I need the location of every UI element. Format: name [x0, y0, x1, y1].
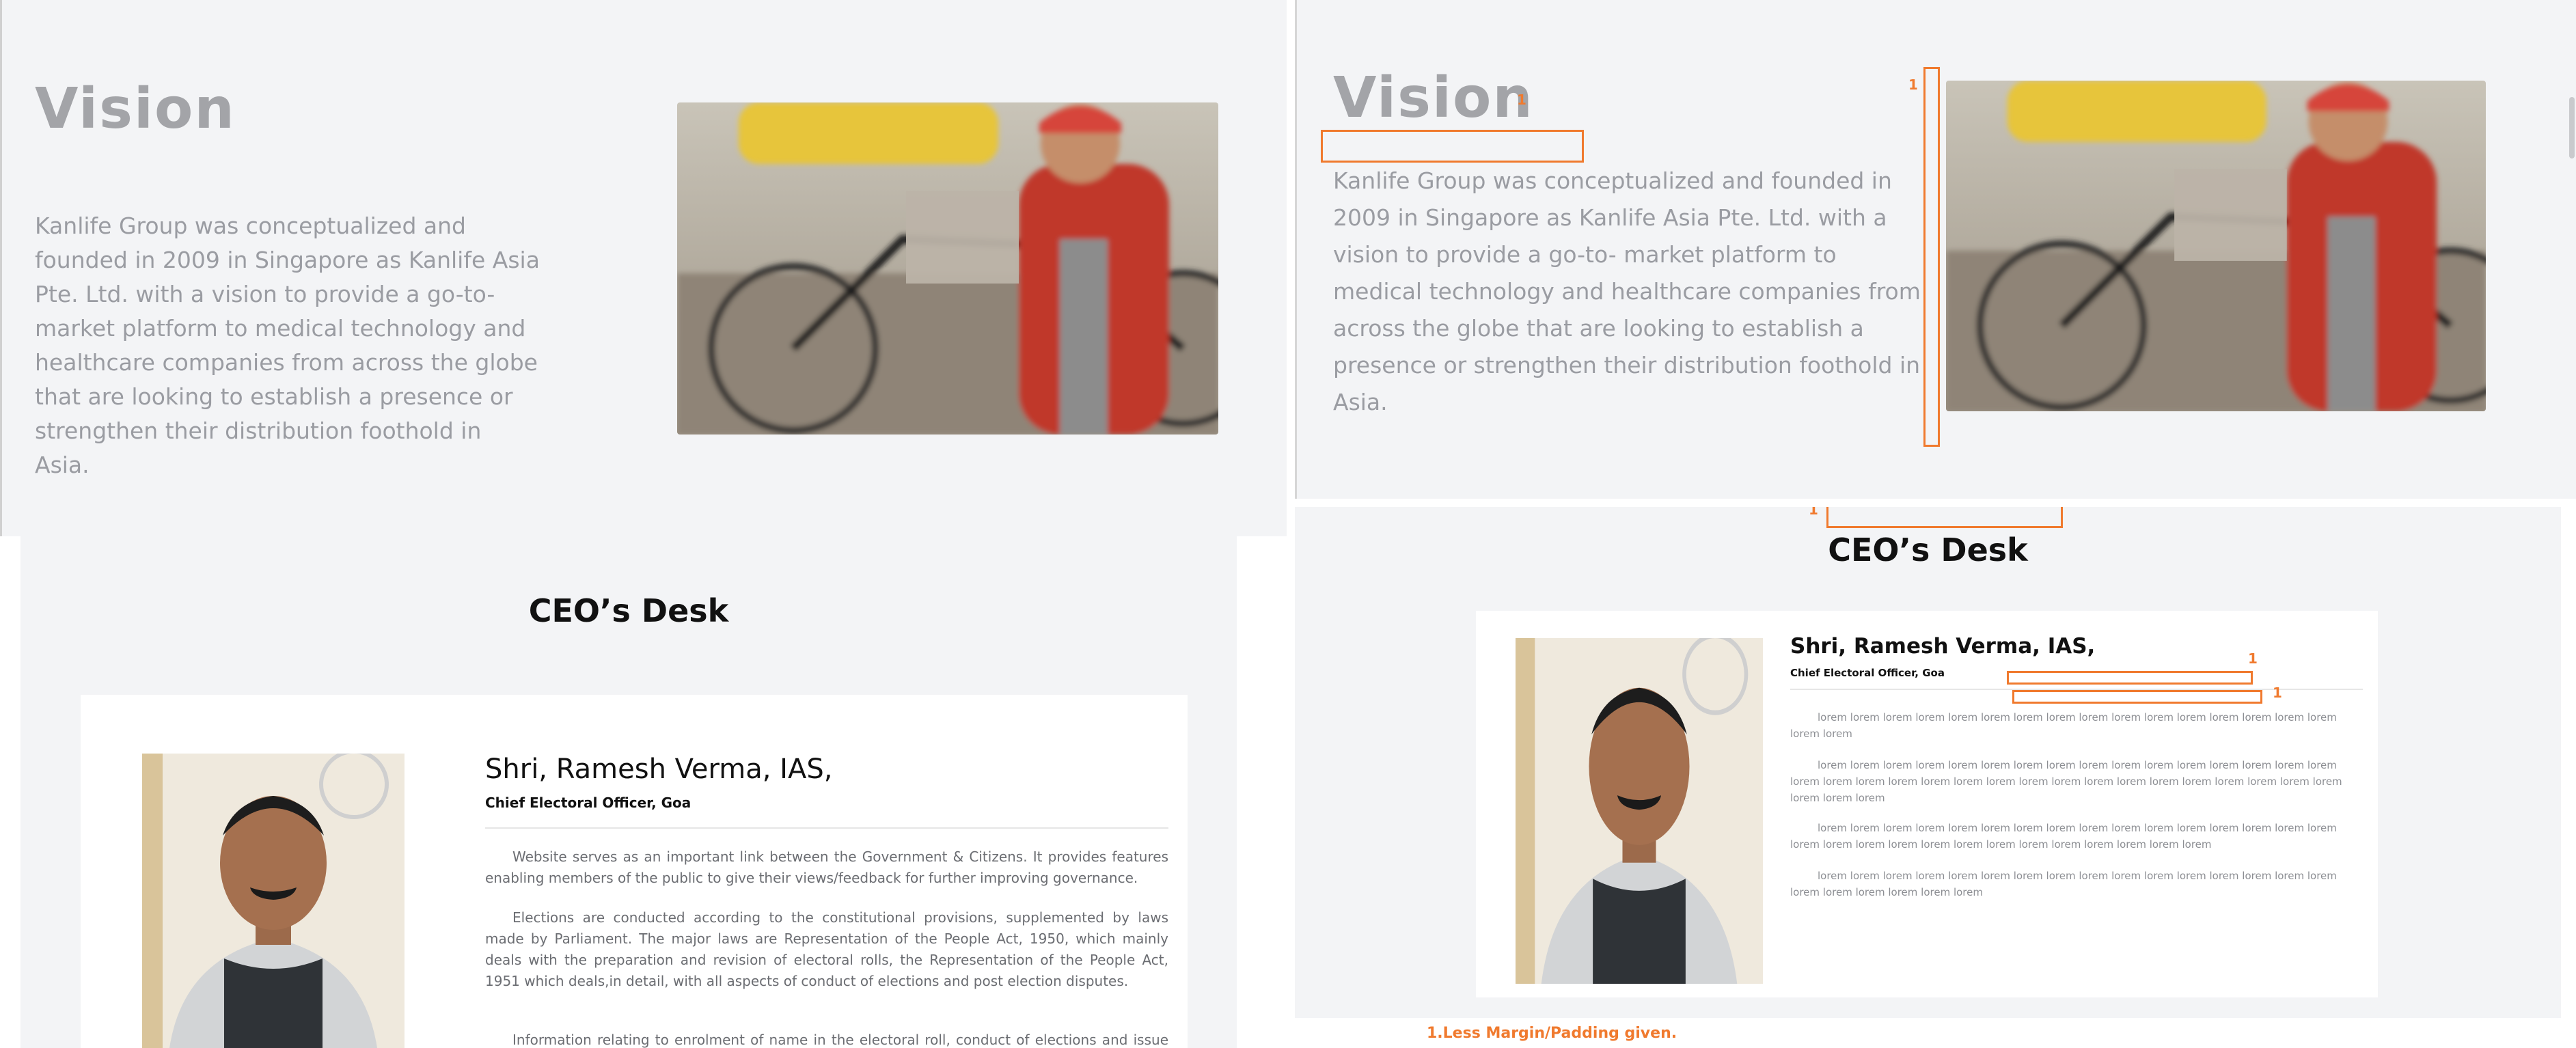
ceo-portrait-illustration [142, 754, 405, 1048]
ceo-paragraph-3: Information relating to enrolment of nam… [512, 1032, 1168, 1048]
ceo-lorem-1: lorem lorem lorem lorem lorem lorem lore… [1790, 711, 2337, 740]
ceo-lorem-4: lorem lorem lorem lorem lorem lorem lore… [1790, 870, 2337, 898]
ceo-desk-heading-review: CEO’s Desk [1828, 532, 2028, 568]
annotation-marker-title-gap [1321, 130, 1584, 163]
vision-photo [677, 102, 1218, 435]
vision-section-review: Vision Kanlife Group was conceptualized … [1295, 0, 2576, 499]
vision-photo-review [1946, 81, 2486, 411]
annotation-marker-image-gap [1923, 67, 1940, 447]
ceo-portrait [142, 754, 405, 1048]
annotation-marker-role-gap [2007, 671, 2253, 685]
ceo-portrait-illustration-review [1516, 638, 1763, 984]
annotation-number-4: 1 [2248, 650, 2258, 667]
ceo-lorem-2: lorem lorem lorem lorem lorem lorem lore… [1790, 759, 2342, 804]
ceo-divider [485, 827, 1168, 829]
ceo-section-review: CEO’s Desk 1 Shri, Ramesh Verma, IAS, Ch… [1295, 507, 2561, 1018]
annotation-number-5: 1 [2273, 685, 2282, 701]
ceo-paragraph-1: Website serves as an important link betw… [485, 849, 1168, 886]
annotation-marker-divider-gap [2012, 690, 2262, 704]
annotation-number-1: 1 [1517, 92, 1526, 108]
ceo-lorem-3: lorem lorem lorem lorem lorem lorem lore… [1790, 822, 2337, 851]
ceo-section-original: CEO’s Desk Shri, Ramesh Verma, IAS, Chie… [20, 536, 1237, 1048]
vision-title: Vision [35, 77, 236, 141]
annotation-note: 1.Less Margin/Padding given. [1427, 1025, 1677, 1042]
ceo-role: Chief Electoral Officer, Goa [485, 795, 691, 811]
annotation-marker-heading-gap [1826, 507, 2063, 528]
cyclist-photo-illustration [677, 102, 1218, 435]
annotation-number-2: 1 [1908, 77, 1918, 93]
ceo-name: Shri, Ramesh Verma, IAS, [485, 754, 833, 785]
ceo-role-review: Chief Electoral Officer, Goa [1790, 667, 1945, 679]
annotation-number-3: 1 [1809, 507, 1818, 518]
vision-title-review: Vision [1333, 66, 1534, 130]
vision-description: Kanlife Group was conceptualized and fou… [35, 212, 540, 478]
vision-section-original: Vision Kanlife Group was conceptualized … [0, 0, 1287, 536]
ceo-card: Shri, Ramesh Verma, IAS, Chief Electoral… [81, 695, 1188, 1048]
ceo-name-review: Shri, Ramesh Verma, IAS, [1790, 634, 2096, 659]
cyclist-photo-illustration-review [1946, 81, 2486, 411]
ceo-card-review: Shri, Ramesh Verma, IAS, Chief Electoral… [1476, 611, 2378, 997]
scrollbar-thumb[interactable] [2569, 97, 2575, 158]
ceo-portrait-review [1516, 638, 1763, 984]
ceo-paragraph-2: Elections are conducted according to the… [485, 909, 1168, 989]
ceo-desk-heading: CEO’s Desk [528, 592, 729, 629]
vision-description-review: Kanlife Group was conceptualized and fou… [1333, 167, 1921, 415]
